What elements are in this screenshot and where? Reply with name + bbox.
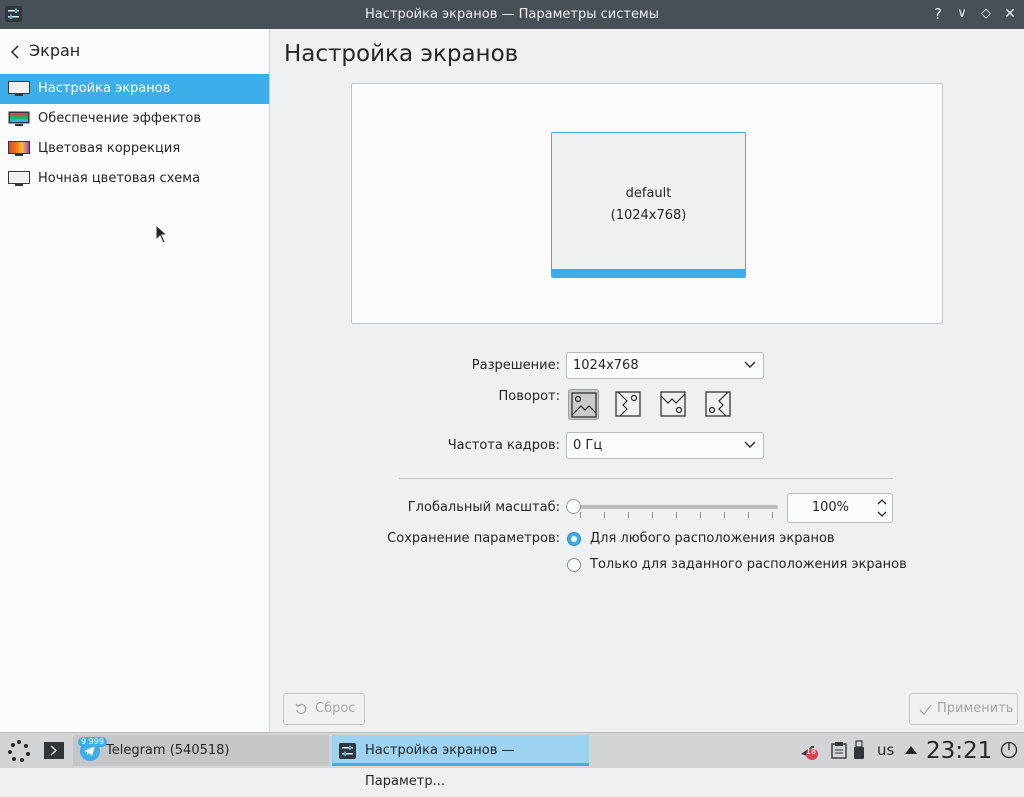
output-resolution: (1024x768) [610,208,687,223]
close-button[interactable]: ✕ [1000,4,1020,24]
sidebar-item-label: Обеспечение эффектов [38,111,202,126]
slider-tick [676,512,677,518]
sidebar: Экран Настройка экранов Обеспечение эффе… [0,29,270,732]
chevron-down-icon [744,361,756,368]
checkmark-icon [919,704,932,715]
clipboard-icon[interactable] [829,740,849,760]
keyboard-layout[interactable]: us [877,741,894,759]
rotation-right-button[interactable] [703,389,734,420]
rotation-left-button[interactable] [613,389,644,420]
rotation-inverted-button[interactable] [658,389,689,420]
sidebar-item-display-config[interactable]: Настройка экранов [0,74,269,104]
tray-expand-icon[interactable] [905,745,917,754]
spin-down-icon[interactable] [876,509,888,519]
rotation-normal-button[interactable] [568,389,599,420]
telegram-badge: 9 999 [78,737,107,747]
undo-icon [295,703,307,714]
output-default[interactable]: default (1024x768) [551,132,746,278]
reset-button[interactable]: Сброс [283,693,365,725]
global-scale-value: 100% [811,500,849,515]
slider-tick [652,512,653,518]
refresh-rate-label: Частота кадров: [447,438,560,453]
apply-label: Применить [937,701,1014,716]
back-button[interactable]: Экран [0,37,269,67]
sidebar-item-compositor[interactable]: Обеспечение эффектов [0,104,269,134]
sidebar-item-night-color[interactable]: Ночная цветовая схема [0,164,269,194]
compositor-icon [8,111,30,126]
sidebar-item-label: Настройка экранов [38,81,171,96]
rotate-left-icon [615,391,641,417]
notification-count: 18 [805,747,817,756]
reset-label: Сброс [315,701,356,716]
slider-tick [748,512,749,518]
screen-layout-view[interactable]: default (1024x768) [351,83,943,324]
color-correction-icon [8,141,30,156]
refresh-rate-value: 0 Гц [573,438,603,453]
radio-specific-layout-label[interactable]: Только для заданного расположения экрано… [590,557,907,572]
task-label: Настройка экранов — Параметр... [365,743,515,789]
rotate-right-icon [705,391,731,417]
spin-up-icon[interactable] [876,497,888,507]
apply-button[interactable]: Применить [909,693,1018,725]
settings-app-icon [339,743,356,759]
resolution-label: Разрешение: [471,358,560,373]
sidebar-item-label: Ночная цветовая схема [38,171,201,186]
back-label: Экран [29,41,81,60]
refresh-rate-combobox[interactable]: 0 Гц [566,432,764,459]
slider-handle[interactable] [566,499,581,514]
slider-tick [772,512,773,518]
window-title: Настройка экранов — Параметры системы [364,7,660,22]
taskbar: 9 999 Telegram (540518) Настройка экрано… [0,732,1024,789]
resolution-combobox[interactable]: 1024x768 [566,352,764,379]
help-button[interactable]: ? [928,4,948,24]
rotate-normal-icon [571,392,597,418]
rotation-label: Поворот: [498,389,560,404]
show-desktop-icon[interactable] [44,742,64,759]
save-settings-label: Сохранение параметров: [387,531,560,546]
chevron-down-icon [744,441,756,448]
sidebar-item-label: Цветовая коррекция [38,141,181,156]
title-bar[interactable]: Настройка экранов — Параметры системы ? … [0,0,1024,29]
separator [399,478,893,479]
mouse-cursor-icon [155,224,168,244]
task-display-settings[interactable]: Настройка экранов — Параметр... [332,735,589,789]
radio-any-layout-label[interactable]: Для любого расположения экранов [590,531,835,546]
output-selected-bar [552,269,745,277]
radio-any-layout[interactable] [567,532,581,546]
radio-specific-layout[interactable] [567,558,581,572]
minimize-button[interactable]: ∨ [952,4,972,24]
slider-tick [700,512,701,518]
chevron-left-icon [10,45,19,59]
resolution-value: 1024x768 [573,358,639,373]
slider-tick [628,512,629,518]
usb-device-icon[interactable] [853,740,865,760]
slider-tick [724,512,725,518]
rotate-inverted-icon [660,391,686,417]
global-scale-slider[interactable] [575,505,778,509]
monitor-icon [8,81,30,96]
output-name: default [625,186,672,201]
page-title: Настройка экранов [284,41,519,67]
lock-screen-icon[interactable] [1000,739,1018,761]
task-telegram[interactable]: 9 999 Telegram (540518) [73,735,329,766]
clock[interactable]: 23:21 [926,735,992,767]
maximize-button[interactable]: ◇ [976,4,996,24]
task-label: Telegram (540518) [106,743,230,758]
slider-tick [580,512,581,518]
global-scale-spinbox[interactable]: 100% [787,493,893,523]
app-launcher-icon[interactable] [7,739,31,763]
sidebar-item-color-correction[interactable]: Цветовая коррекция [0,134,269,164]
night-color-icon [8,171,30,186]
slider-tick [604,512,605,518]
global-scale-label: Глобальный масштаб: [407,500,560,515]
